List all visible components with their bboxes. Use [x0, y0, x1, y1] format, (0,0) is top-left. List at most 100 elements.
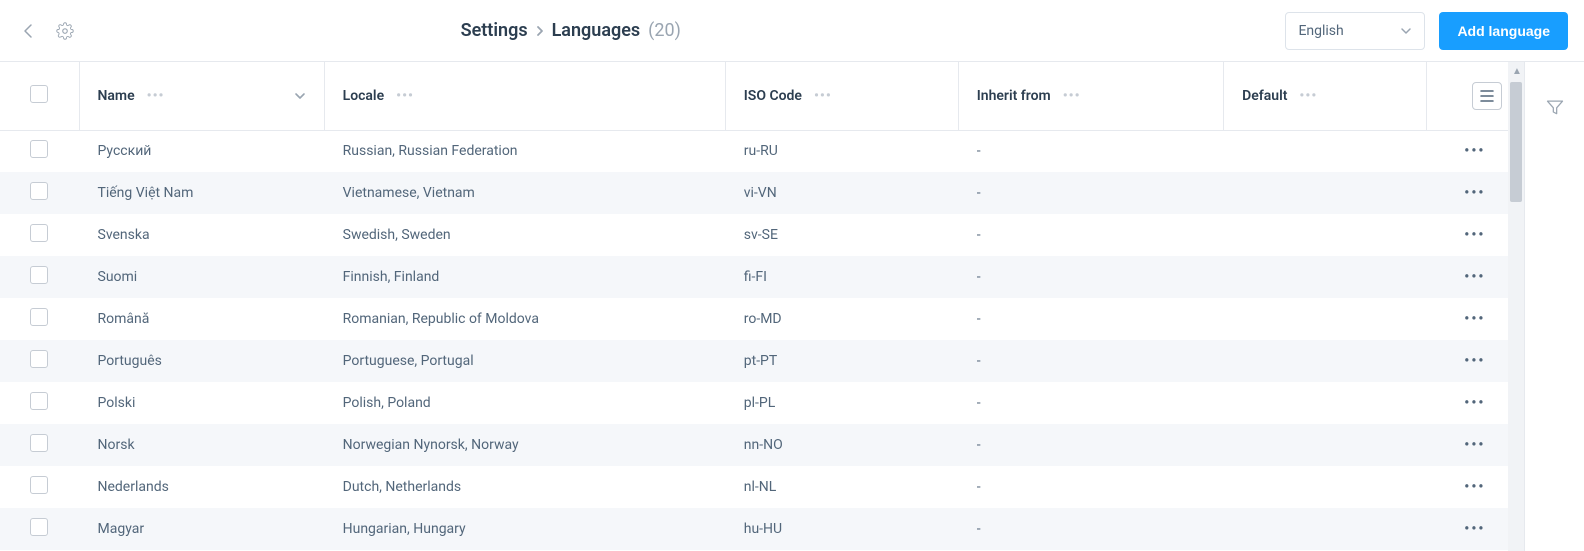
- column-header-locale[interactable]: Locale •••: [324, 62, 725, 130]
- breadcrumb-count: (20): [648, 20, 681, 41]
- cell-default: [1224, 256, 1427, 298]
- chevron-down-icon: [1400, 27, 1412, 35]
- row-checkbox[interactable]: [30, 392, 48, 410]
- cell-default: [1224, 508, 1427, 550]
- select-all-checkbox[interactable]: [30, 85, 48, 103]
- cell-default: [1224, 130, 1427, 172]
- breadcrumb: Settings Languages (20): [0, 20, 1285, 41]
- row-checkbox[interactable]: [30, 350, 48, 368]
- cell-default: [1224, 424, 1427, 466]
- cell-iso: nn-NO: [725, 424, 958, 466]
- scrollbar-thumb[interactable]: [1510, 82, 1522, 202]
- row-actions-menu[interactable]: •••: [1464, 395, 1485, 411]
- row-checkbox[interactable]: [30, 182, 48, 200]
- table-row[interactable]: SuomiFinnish, Finlandfi-FI-•••: [0, 256, 1524, 298]
- column-header-default[interactable]: Default •••: [1224, 62, 1427, 130]
- row-actions-menu[interactable]: •••: [1464, 227, 1485, 243]
- cell-iso: ro-MD: [725, 298, 958, 340]
- cell-name: Suomi: [79, 256, 324, 298]
- cell-locale: Swedish, Sweden: [324, 214, 725, 256]
- cell-inherit: -: [958, 508, 1223, 550]
- row-checkbox[interactable]: [30, 308, 48, 326]
- cell-name: Polski: [79, 382, 324, 424]
- cell-default: [1224, 382, 1427, 424]
- column-header-name[interactable]: Name •••: [79, 62, 324, 130]
- row-checkbox[interactable]: [30, 140, 48, 158]
- table-row[interactable]: PolskiPolish, Polandpl-PL-•••: [0, 382, 1524, 424]
- cell-default: [1224, 340, 1427, 382]
- column-menu-icon[interactable]: •••: [1063, 88, 1081, 104]
- row-actions-menu[interactable]: •••: [1464, 479, 1485, 495]
- vertical-scrollbar[interactable]: ▲: [1508, 62, 1524, 551]
- cell-inherit: -: [958, 130, 1223, 172]
- cell-inherit: -: [958, 382, 1223, 424]
- scroll-up-icon[interactable]: ▲: [1512, 66, 1522, 77]
- cell-iso: sv-SE: [725, 214, 958, 256]
- add-language-button[interactable]: Add language: [1439, 12, 1568, 50]
- cell-name: Nederlands: [79, 466, 324, 508]
- cell-locale: Romanian, Republic of Moldova: [324, 298, 725, 340]
- cell-name: Português: [79, 340, 324, 382]
- cell-inherit: -: [958, 298, 1223, 340]
- row-checkbox[interactable]: [30, 434, 48, 452]
- cell-name: Norsk: [79, 424, 324, 466]
- row-checkbox[interactable]: [30, 224, 48, 242]
- language-selector-value: English: [1298, 23, 1343, 39]
- row-actions-menu[interactable]: •••: [1464, 437, 1485, 453]
- table-row[interactable]: РусскийRussian, Russian Federationru-RU-…: [0, 130, 1524, 172]
- row-actions-menu[interactable]: •••: [1464, 143, 1485, 159]
- column-label: Default: [1242, 88, 1287, 104]
- cell-locale: Dutch, Netherlands: [324, 466, 725, 508]
- cell-inherit: -: [958, 172, 1223, 214]
- cell-name: Română: [79, 298, 324, 340]
- table-row[interactable]: NorskNorwegian Nynorsk, Norwaynn-NO-•••: [0, 424, 1524, 466]
- table-row[interactable]: MagyarHungarian, Hungaryhu-HU-•••: [0, 508, 1524, 550]
- cell-locale: Finnish, Finland: [324, 256, 725, 298]
- table-container: Name ••• Locale •••: [0, 62, 1584, 551]
- table-row[interactable]: RomânăRomanian, Republic of Moldovaro-MD…: [0, 298, 1524, 340]
- header-actions: English Add language: [1285, 12, 1568, 50]
- cell-default: [1224, 466, 1427, 508]
- column-menu-icon[interactable]: •••: [396, 88, 414, 104]
- column-menu-icon[interactable]: •••: [1299, 88, 1317, 104]
- page-header: Settings Languages (20) English Add lang…: [0, 0, 1584, 62]
- cell-locale: Norwegian Nynorsk, Norway: [324, 424, 725, 466]
- row-actions-menu[interactable]: •••: [1464, 269, 1485, 285]
- row-actions-menu[interactable]: •••: [1464, 185, 1485, 201]
- column-menu-icon[interactable]: •••: [814, 88, 832, 104]
- row-actions-menu[interactable]: •••: [1464, 311, 1485, 327]
- cell-inherit: -: [958, 214, 1223, 256]
- cell-locale: Hungarian, Hungary: [324, 508, 725, 550]
- cell-iso: pt-PT: [725, 340, 958, 382]
- table-row[interactable]: SvenskaSwedish, Swedensv-SE- •••: [0, 214, 1524, 256]
- cell-inherit: -: [958, 256, 1223, 298]
- right-gutter: [1524, 62, 1584, 551]
- row-checkbox[interactable]: [30, 476, 48, 494]
- cell-locale: Russian, Russian Federation: [324, 130, 725, 172]
- cell-iso: nl-NL: [725, 466, 958, 508]
- breadcrumb-current: Languages: [552, 20, 641, 41]
- cell-inherit: -: [958, 466, 1223, 508]
- filter-icon[interactable]: [1545, 97, 1565, 117]
- breadcrumb-root[interactable]: Settings: [461, 20, 528, 41]
- cell-iso: ru-RU: [725, 130, 958, 172]
- row-checkbox[interactable]: [30, 266, 48, 284]
- table-row[interactable]: Tiếng Việt NamVietnamese, Vietnamvi-VN-•…: [0, 172, 1524, 214]
- chevron-right-icon: [536, 25, 544, 37]
- cell-locale: Vietnamese, Vietnam: [324, 172, 725, 214]
- column-label: ISO Code: [744, 88, 802, 104]
- column-header-iso[interactable]: ISO Code •••: [725, 62, 958, 130]
- cell-name: Svenska: [79, 214, 324, 256]
- row-actions-menu[interactable]: •••: [1464, 353, 1485, 369]
- chevron-down-icon[interactable]: [294, 92, 306, 100]
- languages-table: Name ••• Locale •••: [0, 62, 1524, 550]
- column-header-inherit[interactable]: Inherit from •••: [958, 62, 1223, 130]
- table-scroll[interactable]: Name ••• Locale •••: [0, 62, 1524, 551]
- table-row[interactable]: NederlandsDutch, Netherlandsnl-NL- •••: [0, 466, 1524, 508]
- row-checkbox[interactable]: [30, 518, 48, 536]
- column-menu-icon[interactable]: •••: [147, 88, 165, 104]
- table-row[interactable]: PortuguêsPortuguese, Portugalpt-PT-•••: [0, 340, 1524, 382]
- language-selector[interactable]: English: [1285, 12, 1425, 50]
- table-density-button[interactable]: [1472, 82, 1502, 110]
- row-actions-menu[interactable]: •••: [1464, 521, 1485, 537]
